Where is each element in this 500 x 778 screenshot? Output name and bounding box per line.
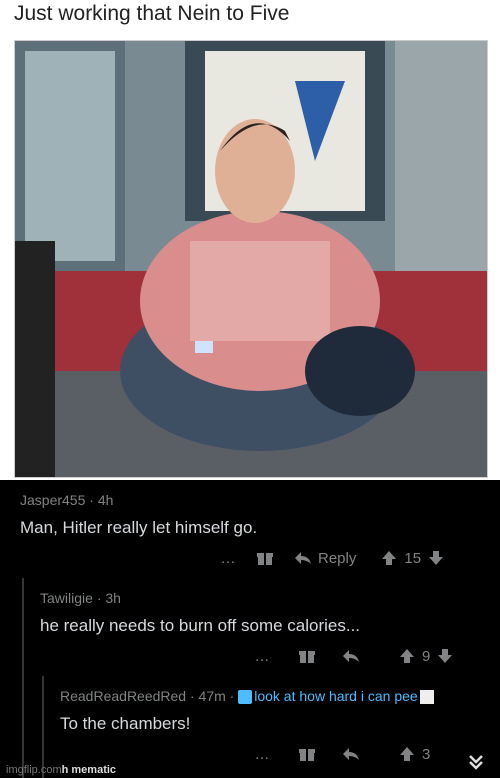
reply-label: Reply <box>318 549 357 567</box>
reply-button[interactable]: Reply <box>294 549 356 567</box>
flair-emoji-icon <box>238 690 253 705</box>
upvote-icon[interactable] <box>398 745 416 763</box>
more-options-button[interactable]: … <box>252 746 272 763</box>
thread-line[interactable] <box>22 578 24 778</box>
gift-icon[interactable] <box>292 745 322 763</box>
comment-meta: ReadReadReedRed · 47m · look at how hard… <box>60 688 434 705</box>
reply-icon[interactable] <box>342 745 360 763</box>
comment-time: 3h <box>105 590 121 606</box>
comment-username[interactable]: Jasper455 <box>20 492 85 508</box>
meme-photo <box>14 40 488 478</box>
reply-icon <box>295 552 311 564</box>
comment-body: Man, Hitler really let himself go. <box>20 518 258 537</box>
comment-body: he really needs to burn off some calorie… <box>40 616 361 635</box>
downvote-icon[interactable] <box>436 647 454 665</box>
comment-username[interactable]: ReadReadReedRed <box>60 688 186 704</box>
comment-time: 47m <box>198 688 226 704</box>
chevron-double-down-icon[interactable] <box>466 752 486 772</box>
user-flair: look at how hard i can pee <box>254 688 418 704</box>
flair-qr-icon <box>419 690 434 705</box>
watermark-site: imgflip.com <box>6 764 62 776</box>
subway-photo-illustration <box>15 41 487 477</box>
comment-time: 4h <box>97 492 114 508</box>
comment-actions: … Reply 15 <box>218 546 445 570</box>
vote-count: 3 <box>422 745 431 763</box>
more-options-button[interactable]: … <box>218 550 238 567</box>
meme-image: Just working that Nein to Five <box>0 0 500 480</box>
imgflip-watermark: imgflip.comh mematic <box>6 764 116 776</box>
upvote-icon[interactable] <box>398 647 416 665</box>
gift-icon[interactable] <box>250 549 280 567</box>
reply-icon[interactable] <box>342 647 360 665</box>
comment-meta: Jasper455 · 4h <box>20 492 114 508</box>
comment-actions: … 9 <box>252 644 454 668</box>
more-options-button[interactable]: … <box>252 648 272 665</box>
comment-actions: … 3 <box>252 742 431 766</box>
comment-username[interactable]: Tawiligie <box>40 590 93 606</box>
gift-icon[interactable] <box>292 647 322 665</box>
comment-body: To the chambers! <box>60 714 191 733</box>
downvote-icon[interactable] <box>427 549 445 567</box>
comment-thread: Jasper455 · 4h Man, Hitler really let hi… <box>0 480 500 778</box>
comment-meta: Tawiligie · 3h <box>40 590 121 606</box>
thread-line[interactable] <box>42 676 44 778</box>
vote-count: 9 <box>422 647 431 665</box>
upvote-icon[interactable] <box>380 549 398 567</box>
meme-title: Just working that Nein to Five <box>14 2 290 25</box>
watermark-suffix: h mematic <box>61 764 117 776</box>
vote-count: 15 <box>404 549 422 567</box>
